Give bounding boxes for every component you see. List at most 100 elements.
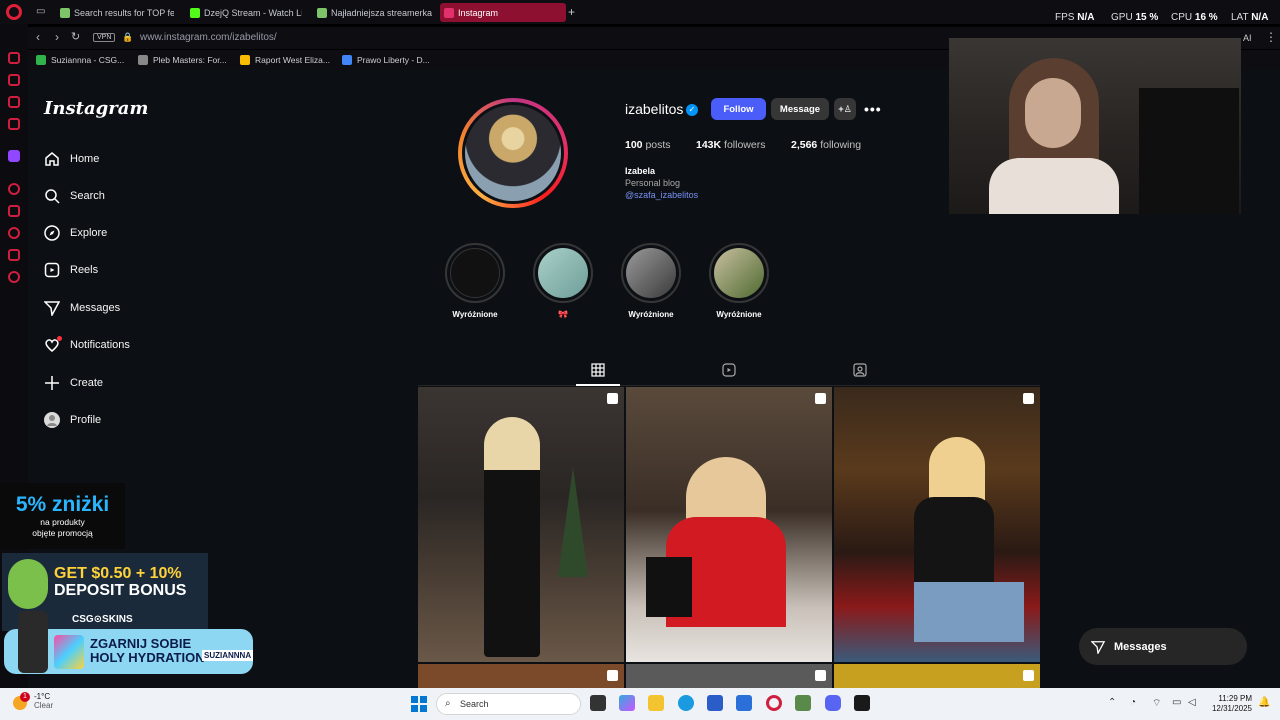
profile-avatar[interactable] xyxy=(458,98,568,208)
nav-reels[interactable]: Reels xyxy=(44,262,98,278)
suggest-users-icon[interactable]: +♙ xyxy=(834,98,856,120)
store-icon[interactable] xyxy=(707,695,723,711)
profile-username: izabelitos xyxy=(625,101,684,117)
menu-icon[interactable]: ⋮ xyxy=(1265,30,1277,44)
twitch-icon[interactable] xyxy=(8,150,20,162)
tray-overflow-icon[interactable]: ⌃ xyxy=(1108,697,1116,708)
tagged-icon[interactable] xyxy=(853,363,867,377)
file-explorer-icon[interactable] xyxy=(648,695,664,711)
reels-tab-icon[interactable] xyxy=(722,363,736,377)
sidebar-history-icon[interactable] xyxy=(8,227,20,239)
copilot-icon[interactable] xyxy=(619,695,635,711)
snipping-tool-icon[interactable] xyxy=(795,695,811,711)
nav-create[interactable]: Create xyxy=(44,375,103,391)
post-thumbnail[interactable] xyxy=(834,387,1040,662)
followers-count[interactable]: 143K followers xyxy=(696,139,765,151)
bookmark-item[interactable]: Pleb Masters: For... xyxy=(138,55,227,65)
vpn-badge[interactable]: VPN xyxy=(93,33,116,42)
forward-icon[interactable]: › xyxy=(55,30,59,44)
message-button[interactable]: Message xyxy=(771,98,829,120)
highlight-item[interactable] xyxy=(709,243,769,303)
taskbar-search-input[interactable]: ⌕ Search xyxy=(436,693,581,715)
discord-icon[interactable] xyxy=(825,695,841,711)
mail-icon[interactable] xyxy=(736,695,752,711)
nav-messages[interactable]: Messages xyxy=(44,300,120,316)
grid-icon[interactable] xyxy=(591,363,605,377)
post-thumbnail[interactable] xyxy=(418,664,624,688)
follow-button[interactable]: Follow xyxy=(711,98,766,120)
nav-profile[interactable]: Profile xyxy=(44,412,101,428)
webcam-top xyxy=(989,158,1119,214)
following-label: following xyxy=(820,139,862,151)
tab-search-results[interactable]: Search results for TOP fe xyxy=(56,3,174,22)
reload-icon[interactable]: ↻ xyxy=(71,30,80,43)
nav-home[interactable]: Home xyxy=(44,151,99,167)
carousel-icon xyxy=(1023,393,1034,404)
kick-app-icon[interactable] xyxy=(854,695,870,711)
carousel-icon xyxy=(607,670,618,681)
opera-taskbar-icon[interactable] xyxy=(766,695,782,711)
more-options-icon[interactable]: ••• xyxy=(864,101,882,117)
url-field[interactable]: www.instagram.com/izabelitos/ xyxy=(140,32,277,43)
nav-search[interactable]: Search xyxy=(44,188,105,204)
highlight-item[interactable] xyxy=(445,243,505,303)
tab-instagram[interactable]: Instagram xyxy=(440,3,566,22)
nav-notifications[interactable]: Notifications xyxy=(44,336,130,353)
tab-streamerka[interactable]: Najładniejsza streamerka xyxy=(313,3,433,22)
notifications-bell-icon[interactable]: 🔔 xyxy=(1258,697,1270,708)
sidebar-workspace-icon[interactable] xyxy=(8,74,20,86)
following-count[interactable]: 2,566 following xyxy=(791,139,861,151)
sidebar-pinboard-icon[interactable] xyxy=(8,249,20,261)
bookmark-favicon-icon xyxy=(138,55,148,65)
bookmark-item[interactable]: Prawo Liberty - D... xyxy=(342,55,430,65)
drive-icon xyxy=(240,55,250,65)
shaker-bottle-icon xyxy=(18,611,48,673)
tray-app-icon[interactable]: ◔ xyxy=(1130,697,1136,708)
windows-start-icon[interactable] xyxy=(411,696,427,712)
task-view-icon[interactable] xyxy=(590,695,606,711)
sidebar-messenger-icon[interactable] xyxy=(8,96,20,108)
highlight-item[interactable] xyxy=(533,243,593,303)
sidebar-send-icon[interactable] xyxy=(8,205,20,217)
post-thumbnail[interactable] xyxy=(626,387,832,662)
tray-display-icon[interactable]: ▭ xyxy=(1172,697,1181,708)
tray-volume-icon[interactable]: ◁ xyxy=(1188,697,1196,708)
tab-list-icon[interactable]: ▭ xyxy=(36,6,45,17)
followers-number: 143K xyxy=(696,139,722,151)
tray-network-icon[interactable]: ⌔ xyxy=(1152,697,1161,710)
weather-widget[interactable]: -1°C Clear xyxy=(34,692,53,710)
gpu-value: 15 % xyxy=(1135,12,1159,23)
ai-button[interactable]: AI xyxy=(1243,33,1252,43)
sidebar-settings-icon[interactable] xyxy=(8,271,20,283)
sidebar-aria-icon[interactable] xyxy=(8,52,20,64)
carousel-icon xyxy=(815,393,826,404)
post-jeans xyxy=(914,582,1024,642)
profile-link[interactable]: @szafa_izabelitos xyxy=(625,190,698,200)
bookmark-item[interactable]: Suziannna - CSG... xyxy=(36,55,124,65)
post-thumbnail[interactable] xyxy=(834,664,1040,688)
sidebar-extension-icon[interactable] xyxy=(8,118,20,130)
lock-icon[interactable]: 🔒 xyxy=(122,32,133,43)
sidebar-player-icon[interactable] xyxy=(8,183,20,195)
nav-label: Home xyxy=(70,153,100,165)
back-icon[interactable]: ‹ xyxy=(36,30,40,44)
edge-icon[interactable] xyxy=(678,695,694,711)
home-icon xyxy=(45,152,59,166)
post-thumbnail[interactable] xyxy=(626,664,832,688)
highlight-cover xyxy=(714,248,764,298)
floating-messages-button[interactable]: Messages xyxy=(1079,628,1247,665)
post-tree xyxy=(558,467,588,577)
post-thumbnail[interactable] xyxy=(418,387,624,662)
opera-logo-icon[interactable] xyxy=(6,4,22,20)
highlight-label: Wyróżnione xyxy=(628,310,674,319)
tab-dzejq-stream[interactable]: DzejQ Stream - Watch Liv xyxy=(186,3,302,22)
instagram-logo[interactable]: Instagram xyxy=(44,98,148,119)
taskbar-clock[interactable]: 11:29 PM 12/31/2025 xyxy=(1206,694,1252,714)
hydration-ad: ZGARNIJ SOBIE HOLY HYDRATION SUZIANNNA xyxy=(4,611,254,674)
highlight-item[interactable] xyxy=(621,243,681,303)
avatar-photo xyxy=(465,105,561,201)
new-tab-button[interactable]: + xyxy=(568,5,575,19)
bookmark-item[interactable]: Raport West Eliza... xyxy=(240,55,330,65)
nav-explore[interactable]: Explore xyxy=(44,225,107,241)
webcam-face xyxy=(1025,78,1081,148)
